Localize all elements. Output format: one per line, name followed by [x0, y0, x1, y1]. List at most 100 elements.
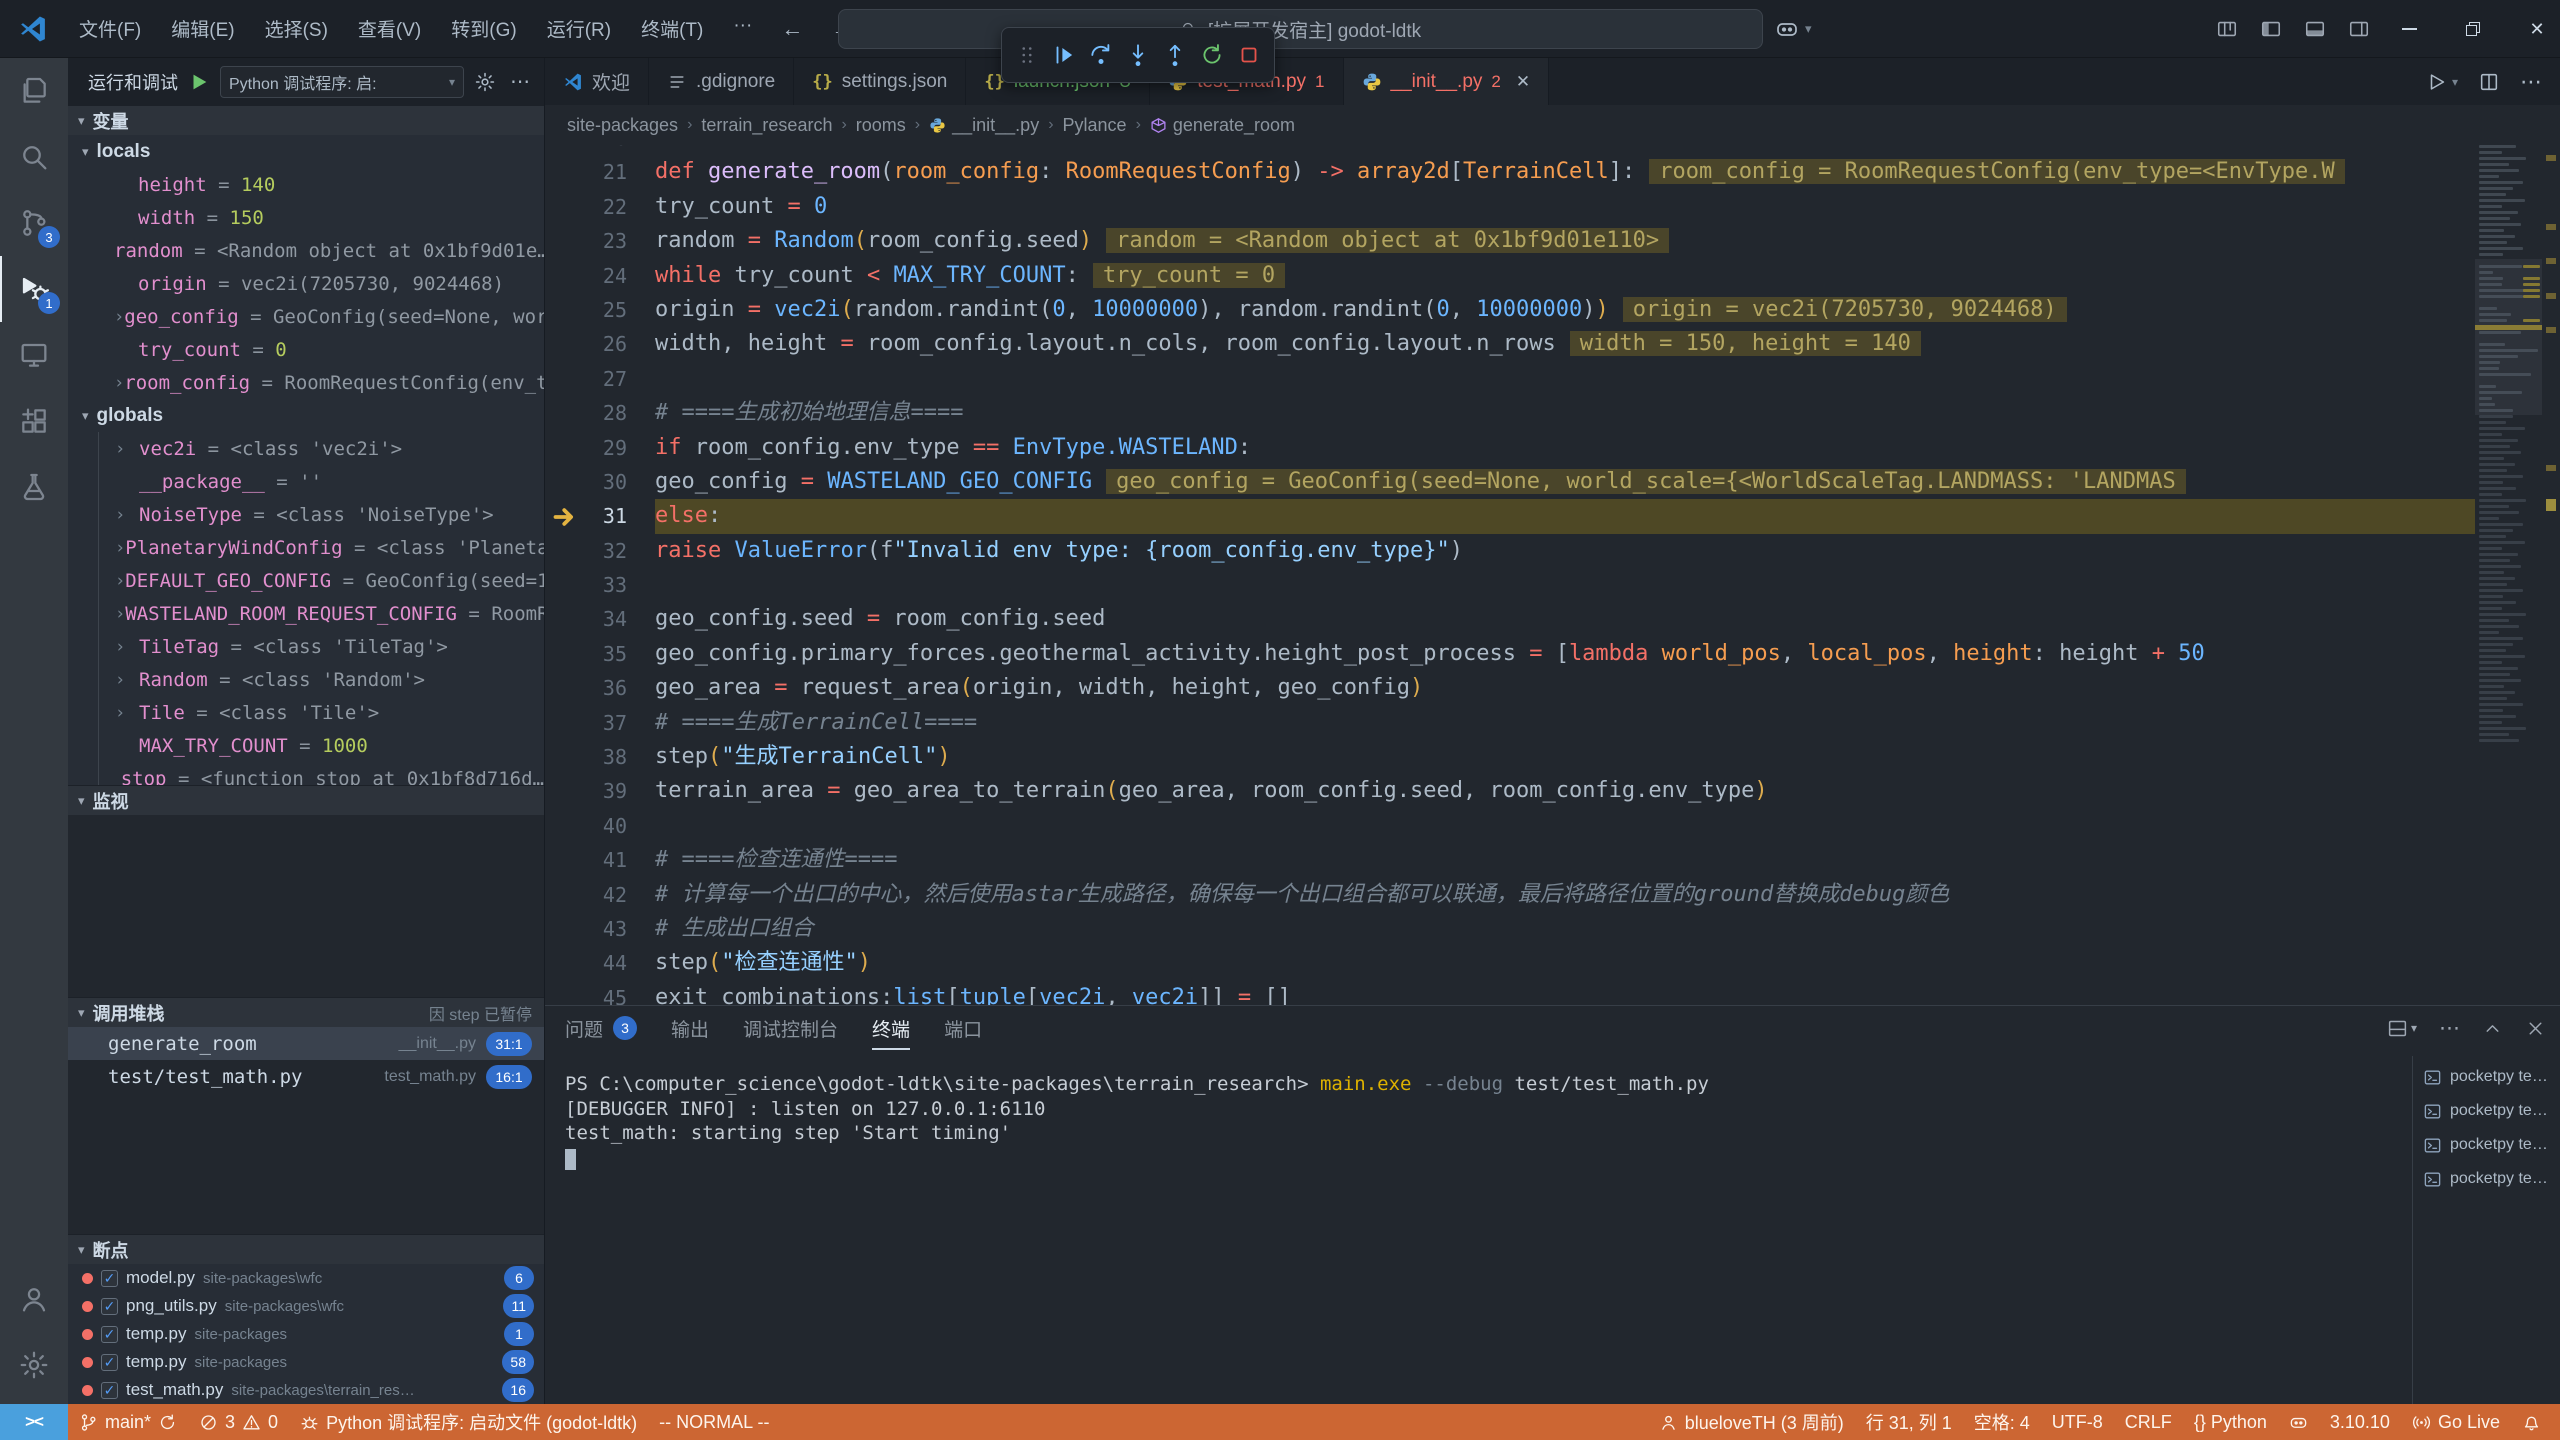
layout-sidebar-right-icon[interactable] — [2348, 18, 2370, 40]
variables-section-header[interactable]: ▾变量 — [68, 105, 544, 135]
gutter[interactable]: 40 — [545, 809, 655, 843]
terminal-instance[interactable]: pocketpy te… — [2413, 1162, 2560, 1196]
menu-item[interactable]: 运行(R) — [532, 15, 626, 42]
variable-row[interactable]: ›NoiseType = <class 'NoiseType'> — [98, 498, 544, 531]
statusbar-notifications[interactable] — [2511, 1404, 2552, 1440]
breadcrumb-item[interactable]: Pylance — [1063, 115, 1127, 136]
layout-sidebar-left-icon[interactable] — [2260, 18, 2282, 40]
statusbar-python-version[interactable]: 3.10.10 — [2319, 1404, 2401, 1440]
activitybar-debug[interactable]: 1 — [0, 256, 68, 322]
panel-more-actions[interactable]: ⋯ — [2439, 1016, 2460, 1041]
code-text[interactable]: width, height = room_config.layout.n_col… — [655, 327, 2475, 361]
activitybar-settings-gear[interactable] — [0, 1332, 68, 1398]
layout-panel-icon[interactable] — [2304, 18, 2326, 40]
gutter[interactable]: 43 — [545, 912, 655, 946]
statusbar-cursor-position[interactable]: 行 31, 列 1 — [1855, 1404, 1963, 1440]
panel-maximize-icon[interactable] — [2482, 1018, 2503, 1039]
code-text[interactable]: geo_config.seed = room_config.seed — [655, 602, 2475, 636]
breakpoint-row[interactable]: ✓ test_math.pysite-packages\terrain_res…… — [68, 1376, 544, 1404]
code-text[interactable]: # ====生成TerrainCell==== — [655, 706, 2475, 740]
statusbar-debug-session[interactable]: Python 调试程序: 启动文件 (godot-ldtk) — [289, 1404, 648, 1440]
statusbar-git-blame[interactable]: blueloveTH (3 周前) — [1648, 1404, 1855, 1440]
gutter[interactable]: 39 — [545, 774, 655, 808]
code-text[interactable]: geo_area = request_area(origin, width, h… — [655, 671, 2475, 705]
variable-row[interactable]: ›DEFAULT_GEO_CONFIG = GeoConfig(seed=1… — [98, 564, 544, 597]
breadcrumb-item[interactable]: generate_room — [1150, 115, 1295, 136]
gutter[interactable]: 37 — [545, 706, 655, 740]
panel-close-icon[interactable] — [2525, 1018, 2546, 1039]
debug-restart-button[interactable] — [1196, 38, 1229, 72]
breakpoint-row[interactable]: ✓ temp.pysite-packages 58 — [68, 1348, 544, 1376]
gutter[interactable]: 44 — [545, 946, 655, 980]
breakpoint-row[interactable]: ✓ model.pysite-packages\wfc 6 — [68, 1264, 544, 1292]
panel-tab-调试控制台[interactable]: 调试控制台 — [743, 1006, 838, 1050]
debug-stop-button[interactable] — [1233, 38, 1266, 72]
variable-row[interactable]: stop = <function stop at 0x1bf8d716d… — [98, 762, 544, 785]
debug-continue-button[interactable] — [1047, 38, 1080, 72]
tab-.gdignore[interactable]: .gdignore — [649, 58, 794, 105]
panel-tab-输出[interactable]: 输出 — [671, 1006, 709, 1050]
gutter[interactable]: 33 — [545, 568, 655, 602]
statusbar-encoding[interactable]: UTF-8 — [2041, 1404, 2114, 1440]
code-text[interactable]: raise ValueError(f"Invalid env type: {ro… — [655, 534, 2475, 568]
callstack-section-header[interactable]: ▾调用堆栈 因 step 已暂停 — [68, 997, 544, 1027]
activitybar-search[interactable] — [0, 124, 68, 190]
debug-step-into-button[interactable] — [1121, 38, 1154, 72]
gutter[interactable]: 42 — [545, 878, 655, 912]
statusbar-go-live[interactable]: Go Live — [2401, 1404, 2511, 1440]
breadcrumb-item[interactable]: __init__.py — [929, 115, 1039, 136]
gutter[interactable]: 31 — [545, 499, 655, 533]
panel-tab-问题[interactable]: 问题3 — [565, 1006, 637, 1050]
restore-button[interactable] — [2450, 0, 2496, 58]
activitybar-source-control[interactable]: 3 — [0, 190, 68, 256]
code-text[interactable]: geo_config = WASTELAND_GEO_CONFIGgeo_con… — [655, 465, 2475, 499]
variable-row[interactable]: ›PlanetaryWindConfig = <class 'Planeta… — [98, 531, 544, 564]
minimize-button[interactable] — [2386, 0, 2432, 58]
code-text[interactable]: step("生成TerrainCell") — [655, 740, 2475, 774]
code-text[interactable]: if room_config.env_type == EnvType.WASTE… — [655, 431, 2475, 465]
gutter[interactable]: 25 — [545, 293, 655, 327]
sidebar-more-actions[interactable]: ⋯ — [506, 69, 534, 94]
tab-__init__.py[interactable]: __init__.py 2 ✕ — [1344, 58, 1550, 105]
gutter[interactable]: 32 — [545, 534, 655, 568]
breakpoint-checkbox[interactable]: ✓ — [101, 1270, 118, 1287]
tab-欢迎[interactable]: 欢迎 — [545, 58, 649, 105]
variable-row[interactable]: ›TileTag = <class 'TileTag'> — [98, 630, 544, 663]
variable-row[interactable]: ›Tile = <class 'Tile'> — [98, 696, 544, 729]
code-text[interactable] — [655, 568, 2475, 602]
variable-row[interactable]: random = <Random object at 0x1bf9d01e… — [68, 234, 544, 267]
gutter[interactable]: 45 — [545, 981, 655, 1005]
menu-item[interactable]: 终端(T) — [626, 15, 718, 42]
gutter[interactable]: 38 — [545, 740, 655, 774]
callstack-frame[interactable]: generate_room __init__.py 31:1 — [68, 1027, 544, 1060]
menu-item[interactable]: ··· — [718, 15, 767, 37]
tab-settings.json[interactable]: {}settings.json — [794, 58, 966, 105]
variable-row[interactable]: ›Random = <class 'Random'> — [98, 663, 544, 696]
gutter[interactable]: 34 — [545, 602, 655, 636]
menu-item[interactable]: 文件(F) — [64, 15, 156, 42]
copilot-menu-button[interactable]: ▾ — [1775, 12, 1812, 46]
menu-item[interactable]: 选择(S) — [250, 15, 343, 42]
gutter[interactable]: 28 — [545, 396, 655, 430]
gutter[interactable]: 27 — [545, 362, 655, 396]
variables-group-globals[interactable]: ▾globals — [68, 399, 544, 432]
debug-step-out-button[interactable] — [1159, 38, 1192, 72]
gutter[interactable]: 26 — [545, 327, 655, 361]
debug-settings-gear-icon[interactable] — [474, 71, 496, 93]
variable-row[interactable]: ›room_config = RoomRequestConfig(env_t… — [68, 366, 544, 399]
activitybar-explorer[interactable] — [0, 58, 68, 124]
close-button[interactable]: ✕ — [2514, 0, 2560, 58]
code-text[interactable]: terrain_area = geo_area_to_terrain(geo_a… — [655, 774, 2475, 808]
terminal-instance[interactable]: pocketpy te… — [2413, 1128, 2560, 1162]
breakpoint-checkbox[interactable]: ✓ — [101, 1354, 118, 1371]
breakpoint-checkbox[interactable]: ✓ — [101, 1326, 118, 1343]
gutter[interactable]: 41 — [545, 843, 655, 877]
variable-row[interactable]: ›geo_config = GeoConfig(seed=None, wor… — [68, 300, 544, 333]
gutter[interactable]: 35 — [545, 637, 655, 671]
variable-row[interactable]: __package__ = '' — [98, 465, 544, 498]
terminal-instance[interactable]: pocketpy te… — [2413, 1060, 2560, 1094]
statusbar-language-mode[interactable]: {} Python — [2183, 1404, 2278, 1440]
code-text[interactable]: else: — [655, 499, 2475, 533]
watch-section-header[interactable]: ▾监视 — [68, 785, 544, 815]
variable-row[interactable]: try_count = 0 — [68, 333, 544, 366]
